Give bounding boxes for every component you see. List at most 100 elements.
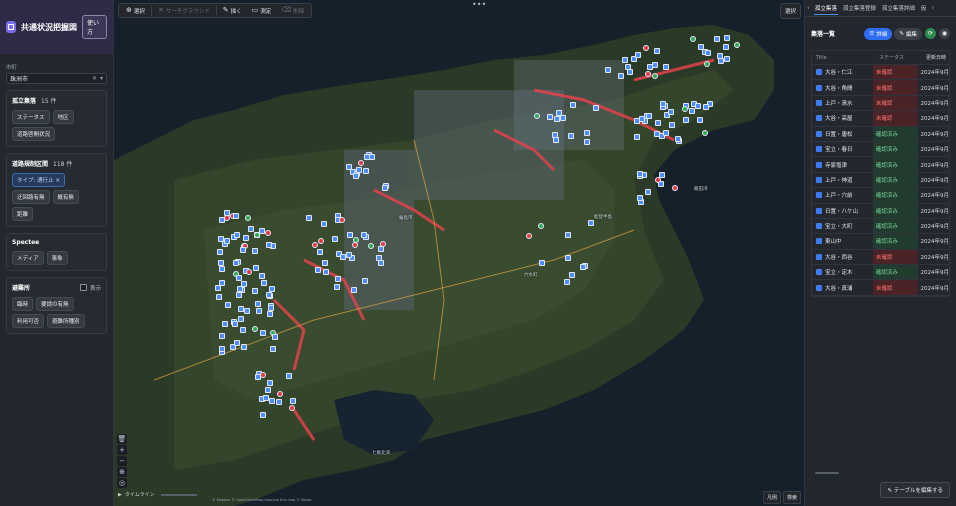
chevron-right-icon[interactable]: ›: [931, 4, 934, 12]
shelter-show-checkbox[interactable]: [79, 284, 87, 291]
table-row[interactable]: 上戸・穴前 確認済み 2024年9月: [812, 188, 949, 204]
table-row[interactable]: 上戸・清水 未確認 2024年9月: [812, 95, 949, 112]
refresh-icon[interactable]: ⟳: [925, 28, 936, 39]
row-checkbox[interactable]: [816, 130, 822, 137]
shelter-marker-icon[interactable]: [232, 321, 238, 327]
shelter-marker-icon[interactable]: [252, 288, 258, 294]
shelter-marker-icon[interactable]: [547, 114, 553, 120]
filter-chip-request[interactable]: 要請の有無: [36, 297, 74, 311]
shelter-marker-icon[interactable]: [584, 139, 590, 145]
timeline-bar[interactable]: [160, 493, 197, 496]
shelter-marker-icon[interactable]: [236, 275, 242, 281]
shelter-marker-icon[interactable]: [322, 260, 328, 266]
alert-marker-icon[interactable]: [526, 233, 532, 239]
shelter-marker-icon[interactable]: [237, 286, 243, 292]
village-marker-icon[interactable]: [353, 237, 359, 243]
row-checkbox[interactable]: [816, 253, 822, 260]
filter-chip-type-closed[interactable]: タイプ: 通行止 ✕: [12, 173, 65, 187]
shelter-marker-icon[interactable]: [265, 387, 271, 393]
row-checkbox[interactable]: [816, 269, 822, 276]
row-checkbox[interactable]: [816, 115, 822, 122]
shelter-marker-icon[interactable]: [369, 154, 375, 160]
table-row[interactable]: 大谷・仁江 未確認 2024年9月: [812, 65, 949, 81]
alert-marker-icon[interactable]: [643, 45, 649, 51]
alert-marker-icon[interactable]: [339, 217, 345, 223]
shelter-marker-icon[interactable]: [552, 132, 558, 138]
locate-icon[interactable]: ◎: [117, 478, 127, 488]
table-row[interactable]: 大谷・高屋 未確認 2024年9月: [812, 111, 949, 127]
shelter-marker-icon[interactable]: [580, 264, 586, 270]
village-marker-icon[interactable]: [252, 326, 258, 332]
shelter-marker-icon[interactable]: [660, 101, 666, 107]
filter-chip-media[interactable]: メディア: [12, 251, 44, 265]
shelter-marker-icon[interactable]: [266, 292, 272, 298]
shelter-marker-icon[interactable]: [705, 50, 711, 56]
shelter-marker-icon[interactable]: [217, 249, 223, 255]
shelter-marker-icon[interactable]: [260, 330, 266, 336]
table-row[interactable]: 宝立・春日 確認済み 2024年9月: [812, 141, 949, 158]
alert-marker-icon[interactable]: [260, 372, 266, 378]
shelter-marker-icon[interactable]: [645, 189, 651, 195]
shelter-marker-icon[interactable]: [565, 255, 571, 261]
column-title[interactable]: Title: [812, 55, 876, 61]
alert-marker-icon[interactable]: [655, 177, 661, 183]
shelter-marker-icon[interactable]: [261, 280, 267, 286]
village-marker-icon[interactable]: [704, 61, 710, 67]
column-status[interactable]: ステータス: [876, 51, 923, 64]
shelter-marker-icon[interactable]: [378, 246, 384, 252]
village-marker-icon[interactable]: [254, 232, 260, 238]
alert-marker-icon[interactable]: [358, 160, 364, 166]
row-checkbox[interactable]: [816, 192, 822, 199]
shelter-marker-icon[interactable]: [236, 292, 242, 298]
tab-village-register[interactable]: 孤立集落登録: [842, 2, 877, 14]
tab-village-detail[interactable]: 孤立集落詳細: [881, 2, 916, 14]
zoom-out-icon[interactable]: −: [117, 456, 127, 466]
shelter-marker-icon[interactable]: [675, 136, 681, 142]
table-row[interactable]: 宝立・定木 確認済み 2024年9月: [812, 265, 949, 281]
filter-chip-event[interactable]: 事象: [46, 251, 68, 265]
shelter-marker-icon[interactable]: [255, 301, 261, 307]
row-checkbox[interactable]: [816, 146, 822, 153]
shelter-marker-icon[interactable]: [346, 252, 352, 258]
shelter-marker-icon[interactable]: [654, 48, 660, 54]
shelter-marker-icon[interactable]: [270, 346, 276, 352]
alert-marker-icon[interactable]: [312, 242, 318, 248]
shelter-marker-icon[interactable]: [252, 248, 258, 254]
municipality-select[interactable]: 珠洲市 ✕ ▾: [6, 73, 107, 84]
shelter-marker-icon[interactable]: [361, 232, 367, 238]
shelter-marker-icon[interactable]: [290, 398, 296, 404]
tool-select[interactable]: ⊕ 選択: [122, 6, 149, 16]
column-updated[interactable]: 更新日時: [923, 54, 949, 61]
more-options-icon[interactable]: •••: [472, 0, 486, 9]
map-canvas[interactable]: 飯田湾 七尾北湾 能登半島 輪島市 穴水町 ⊕ 選択 ✕ サーチグラウンド ✎ 描く …: [114, 0, 804, 506]
shelter-marker-icon[interactable]: [224, 210, 230, 216]
filter-chip-temporary[interactable]: 臨時: [12, 297, 34, 311]
filter-chip-overview[interactable]: 概有無: [52, 190, 80, 204]
shelter-marker-icon[interactable]: [240, 327, 246, 333]
shelter-marker-icon[interactable]: [724, 35, 730, 41]
filter-chip-distance[interactable]: 距離: [12, 207, 34, 221]
row-checkbox[interactable]: [816, 84, 822, 91]
horizontal-scrollbar[interactable]: [815, 472, 839, 474]
village-marker-icon[interactable]: [690, 36, 696, 42]
shelter-marker-icon[interactable]: [669, 122, 675, 128]
tab-isolated-villages[interactable]: 孤立集落: [813, 2, 838, 15]
shelter-marker-icon[interactable]: [363, 168, 369, 174]
shelter-marker-icon[interactable]: [382, 185, 388, 191]
shelter-marker-icon[interactable]: [253, 265, 259, 271]
village-marker-icon[interactable]: [534, 113, 540, 119]
detail-button[interactable]: ☰ 詳細: [864, 27, 893, 40]
table-row[interactable]: 東山中 確認済み 2024年9月: [812, 234, 949, 250]
shelter-marker-icon[interactable]: [663, 64, 669, 70]
table-row[interactable]: 大谷・西谷 未確認 2024年9月: [812, 249, 949, 266]
village-marker-icon[interactable]: [702, 130, 708, 136]
shelter-marker-icon[interactable]: [695, 103, 701, 109]
village-marker-icon[interactable]: [245, 215, 251, 221]
shelter-marker-icon[interactable]: [332, 236, 338, 242]
shelter-marker-icon[interactable]: [323, 269, 329, 275]
shelter-marker-icon[interactable]: [266, 242, 272, 248]
table-row[interactable]: 日置・唐松 確認済み 2024年9月: [812, 126, 949, 142]
filter-chip-status[interactable]: ステータス: [12, 110, 50, 124]
row-checkbox[interactable]: [816, 69, 822, 76]
alert-marker-icon[interactable]: [318, 238, 324, 244]
